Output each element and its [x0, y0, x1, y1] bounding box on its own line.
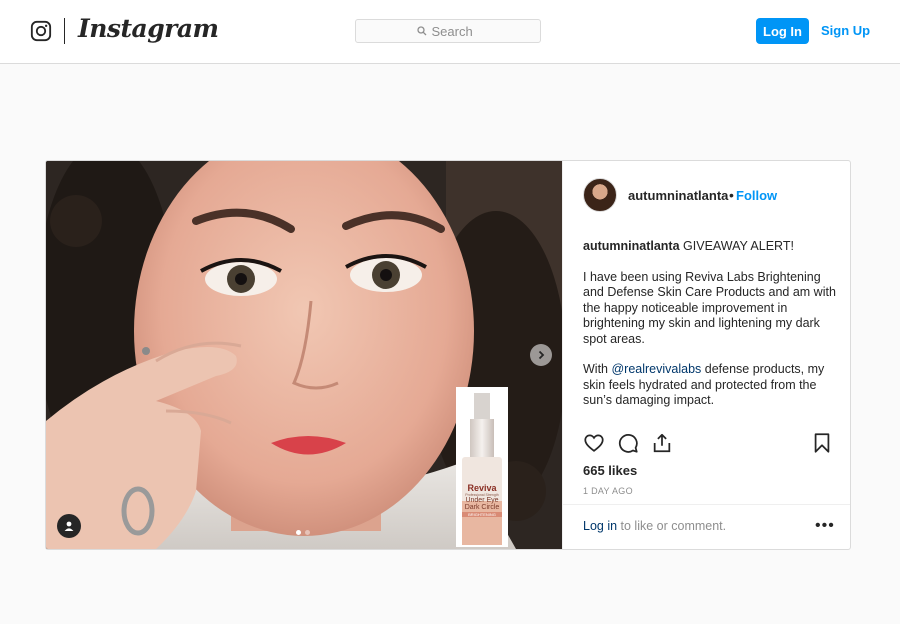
instagram-glyph-icon[interactable]: [30, 20, 52, 42]
product-brand: Reviva: [467, 483, 497, 493]
bookmark-icon[interactable]: [811, 432, 833, 454]
post-photo[interactable]: Reviva Professional Strength Under Eye D…: [46, 161, 562, 549]
comment-divider: [563, 504, 850, 505]
user-tag-icon: [64, 521, 74, 531]
search-box[interactable]: [355, 19, 541, 43]
more-options-button[interactable]: •••: [815, 517, 835, 535]
heart-icon[interactable]: [583, 432, 605, 454]
user-tag-button[interactable]: [57, 514, 81, 538]
post-actions: [583, 432, 833, 458]
follow-button[interactable]: Follow: [736, 188, 777, 203]
comment-prompt-text: to like or comment.: [617, 519, 727, 533]
carousel-dot-active: [296, 530, 301, 535]
post-author-username[interactable]: autumninatlanta: [628, 188, 728, 203]
caption-paragraph-2: With @realrevivalabs defense products, m…: [583, 362, 838, 409]
caption-paragraph-1: I have been using Reviva Labs Brightenin…: [583, 269, 836, 346]
log-in-button[interactable]: Log In: [756, 18, 809, 44]
search-input[interactable]: [431, 23, 480, 39]
carousel-indicator: [296, 530, 310, 535]
share-icon[interactable]: [651, 432, 673, 454]
carousel-dot: [305, 530, 310, 535]
post-details-panel: autumninatlanta • Follow autumninatlanta…: [562, 161, 850, 549]
search-icon: [416, 26, 426, 36]
caption-text: With: [583, 362, 612, 376]
caption-headline: GIVEAWAY ALERT!: [683, 239, 794, 253]
comment-icon[interactable]: [617, 432, 639, 454]
post-card: Reviva Professional Strength Under Eye D…: [45, 160, 851, 550]
product-label: Reviva Professional Strength Under Eye D…: [456, 483, 508, 517]
follow-separator: •: [729, 187, 734, 203]
post-timestamp[interactable]: 1 DAY AGO: [583, 486, 633, 496]
likes-count[interactable]: 665 likes: [583, 463, 637, 478]
mention-link[interactable]: @realrevivalabs: [611, 362, 701, 376]
avatar[interactable]: [583, 178, 617, 212]
comment-prompt: Log in to like or comment.: [583, 519, 726, 533]
instagram-wordmark-logo[interactable]: Instagram: [78, 14, 219, 43]
product-tag: BRIGHTENING: [462, 512, 502, 517]
product-line2: Under Eye: [465, 497, 499, 504]
top-navigation-bar: Instagram Log In Sign Up: [0, 0, 900, 64]
post-caption: autumninatlanta GIVEAWAY ALERT! I have b…: [583, 239, 838, 424]
carousel-next-button[interactable]: [530, 344, 552, 366]
logo-divider: [64, 18, 65, 44]
comment-log-in-link[interactable]: Log in: [583, 519, 617, 533]
sign-up-link[interactable]: Sign Up: [821, 23, 870, 38]
product-line3: Dark Circle: [464, 504, 500, 511]
caption-author[interactable]: autumninatlanta: [583, 239, 680, 253]
chevron-right-icon: [538, 350, 545, 360]
